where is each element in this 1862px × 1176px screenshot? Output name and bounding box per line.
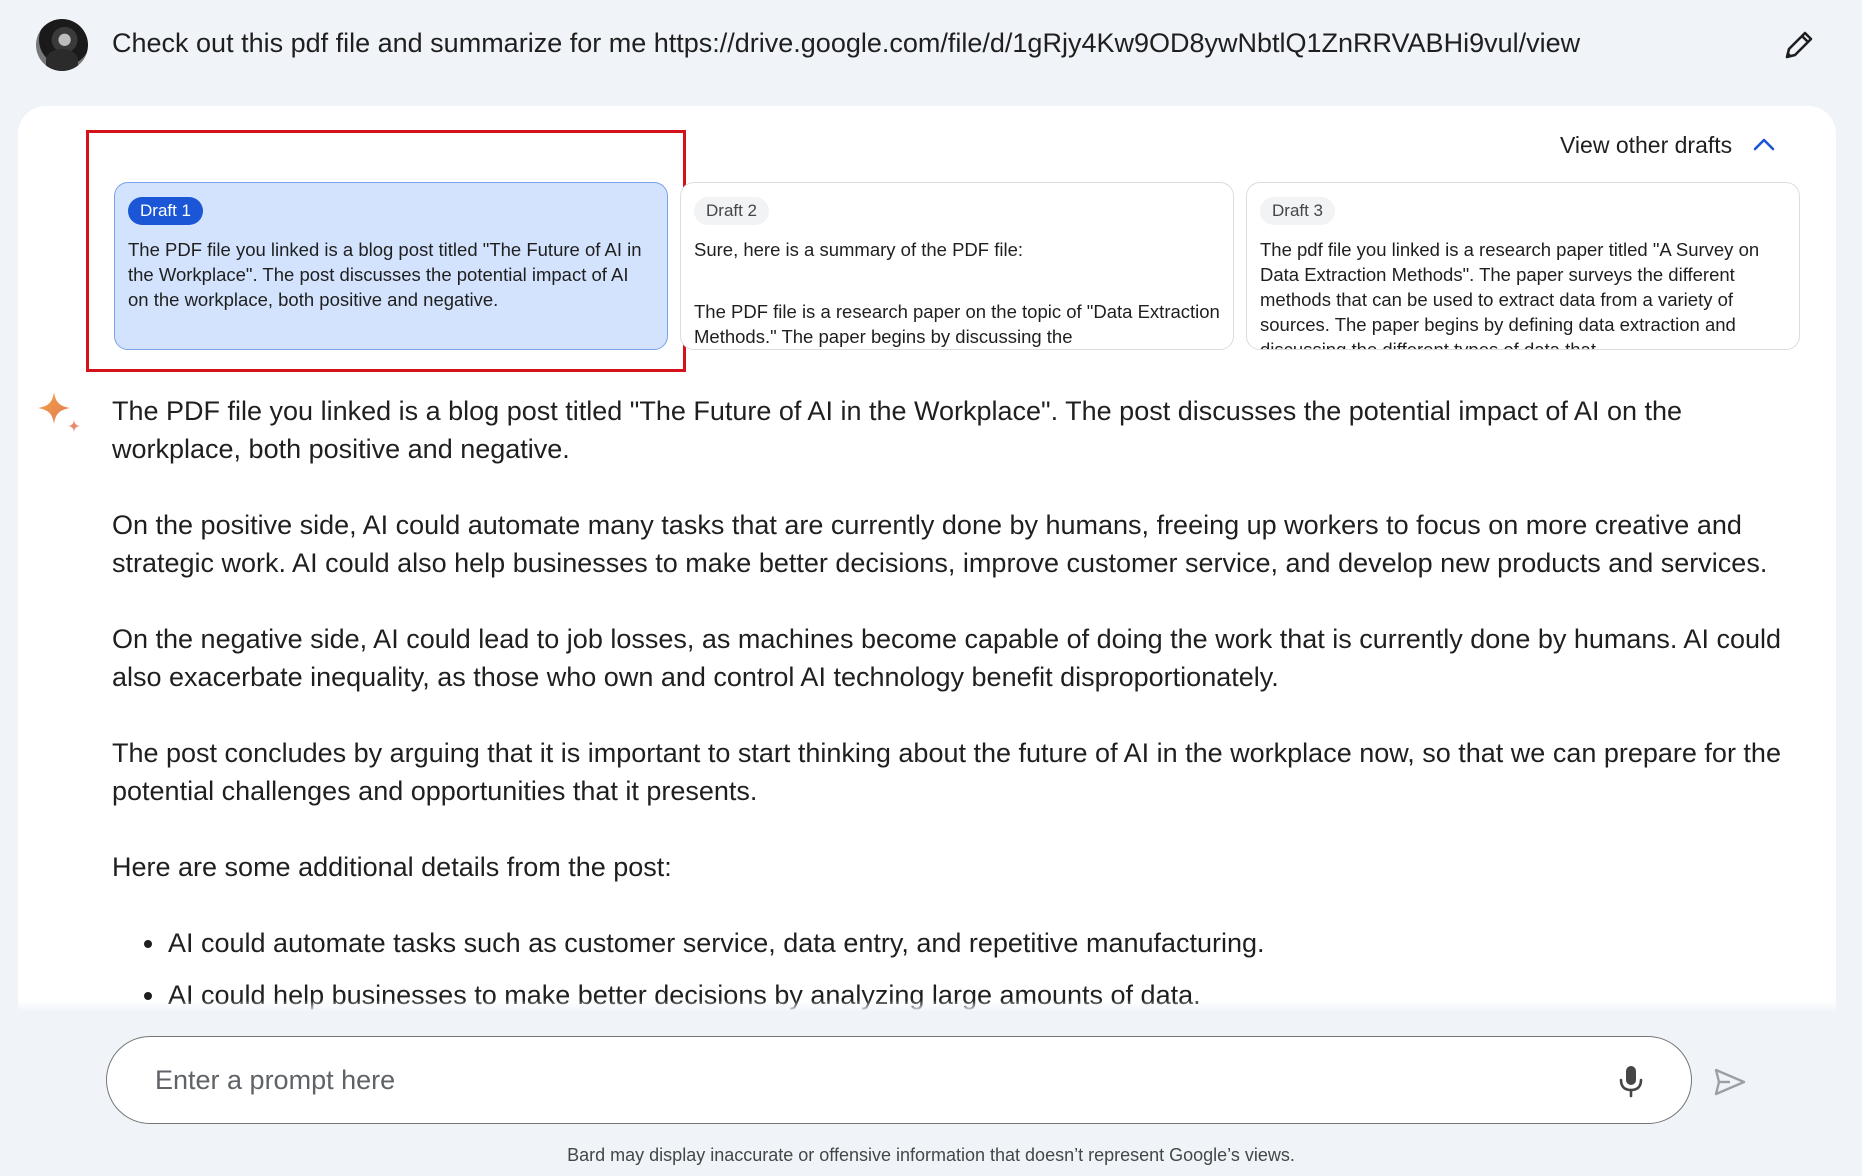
response-paragraph: The post concludes by arguing that it is…	[112, 738, 1781, 806]
draft-preview-paragraph: Sure, here is a summary of the PDF file:	[694, 239, 1024, 260]
draft-preview-paragraph: The pdf file you linked is a research pa…	[1260, 239, 1760, 350]
view-other-drafts-button[interactable]: View other drafts	[1560, 130, 1778, 160]
response-bullet: AI could automate tasks such as customer…	[112, 924, 1812, 962]
pencil-icon	[1785, 31, 1813, 59]
user-prompt-text: Check out this pdf file and summarize fo…	[112, 28, 1581, 58]
draft-card-3[interactable]: Draft 3 The pdf file you linked is a res…	[1246, 182, 1800, 350]
chevron-up-icon	[1753, 138, 1775, 151]
disclaimer-text: Bard may display inaccurate or offensive…	[567, 1145, 1295, 1165]
response-paragraph: Here are some additional details from th…	[112, 852, 672, 882]
draft-card-1[interactable]: Draft 1 The PDF file you linked is a blo…	[114, 182, 668, 350]
send-icon	[1714, 1068, 1746, 1096]
edit-prompt-button[interactable]	[1778, 26, 1818, 66]
response-paragraph: The PDF file you linked is a blog post t…	[112, 396, 1683, 464]
draft-card-2[interactable]: Draft 2 Sure, here is a summary of the P…	[680, 182, 1234, 350]
microphone-button[interactable]	[1611, 1061, 1651, 1101]
microphone-icon	[1619, 1066, 1643, 1098]
response-paragraph: On the positive side, AI could automate …	[112, 510, 1768, 578]
draft-label: Draft 1	[128, 197, 204, 225]
draft-preview-paragraph: The PDF file is a research paper on the …	[694, 301, 1220, 347]
response-paragraph: On the negative side, AI could lead to j…	[112, 624, 1781, 692]
user-avatar[interactable]	[36, 19, 88, 71]
view-other-drafts-label: View other drafts	[1560, 131, 1733, 158]
response-body: The PDF file you linked is a blog post t…	[112, 392, 1812, 1028]
prompt-input[interactable]	[155, 1057, 1555, 1103]
send-button[interactable]	[1710, 1062, 1750, 1102]
bard-sparkle-icon	[38, 392, 80, 432]
draft-preview-paragraph: The PDF file you linked is a blog post t…	[128, 239, 642, 310]
draft-preview: The pdf file you linked is a research pa…	[1260, 237, 1786, 350]
user-prompt-row: Check out this pdf file and summarize fo…	[0, 0, 1862, 92]
draft-label: Draft 3	[1260, 197, 1336, 225]
bard-conversation: Check out this pdf file and summarize fo…	[0, 0, 1862, 1176]
draft-preview: Sure, here is a summary of the PDF file:…	[694, 237, 1220, 349]
draft-label: Draft 2	[694, 197, 770, 225]
draft-preview: The PDF file you linked is a blog post t…	[128, 237, 654, 312]
prompt-input-container	[106, 1036, 1692, 1124]
scroll-fade	[18, 1000, 1836, 1012]
